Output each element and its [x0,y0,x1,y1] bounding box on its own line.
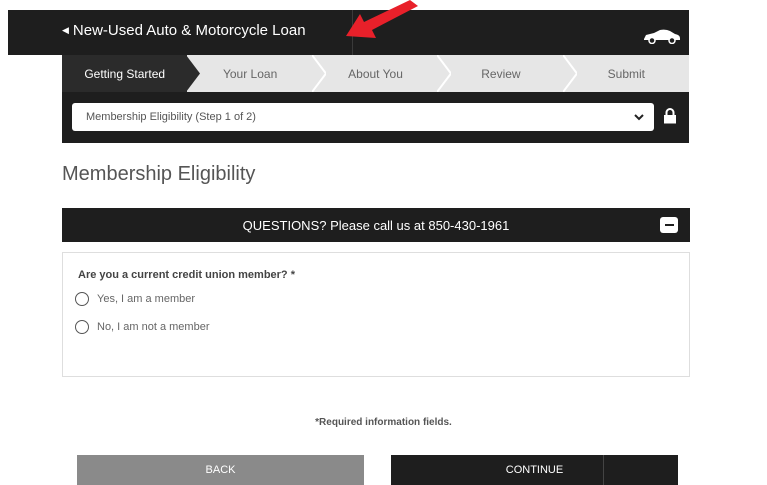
button-divider [603,455,604,485]
radio-option-yes[interactable]: Yes, I am a member [75,292,195,306]
section-select[interactable]: Membership Eligibility (Step 1 of 2) [72,103,654,131]
section-select-value: Membership Eligibility (Step 1 of 2) [86,111,256,123]
collapse-minus-icon[interactable] [660,217,678,233]
page-title: Membership Eligibility [62,163,256,185]
step-submit[interactable]: Submit [564,55,689,92]
radio-label-yes: Yes, I am a member [97,293,196,305]
membership-form-card: Are you a current credit union member? *… [62,252,690,377]
step-about-you[interactable]: About You [313,55,452,92]
questions-banner: QUESTIONS? Please call us at 850-430-196… [62,208,690,242]
radio-option-no[interactable]: No, I am not a member [75,320,210,334]
question-label: Are you a current credit union member? * [78,269,295,281]
red-arrow-annotation [346,0,418,38]
step-chevron [562,55,577,92]
back-button[interactable]: BACK [77,455,364,485]
step-label: Submit [607,66,645,81]
questions-text: QUESTIONS? Please call us at 850-430-196… [242,217,510,233]
continue-label: CONTINUE [505,464,564,476]
radio-button-no[interactable] [75,320,89,334]
chevron-left-icon: ◀ [62,25,69,35]
continue-button[interactable]: CONTINUE [391,455,678,485]
car-icon [644,29,680,44]
chevron-down-icon [634,113,644,120]
required-note: *Required information fields. [315,417,452,428]
lock-icon [664,108,676,124]
step-label: Your Loan [222,66,278,81]
section-select-bar: Membership Eligibility (Step 1 of 2) [62,92,689,143]
radio-button-yes[interactable] [75,292,89,306]
question-text: Are you a current credit union member? [78,269,288,281]
step-label: Getting Started [84,66,166,81]
loan-title: New-Used Auto & Motorcycle Loan [72,22,306,39]
required-mark: * [290,269,295,281]
back-link[interactable]: ◀ New-Used Auto & Motorcycle Loan [62,22,306,39]
step-chevron [186,55,201,92]
step-review[interactable]: Review [438,55,577,92]
step-progress: Getting Started Your Loan About You Revi… [62,55,689,92]
step-label: Review [481,66,521,81]
step-label: About You [348,66,403,81]
step-getting-started[interactable]: Getting Started [62,55,201,92]
step-chevron [437,55,452,92]
step-your-loan[interactable]: Your Loan [187,55,326,92]
radio-label-no: No, I am not a member [97,321,210,333]
step-chevron [311,55,326,92]
